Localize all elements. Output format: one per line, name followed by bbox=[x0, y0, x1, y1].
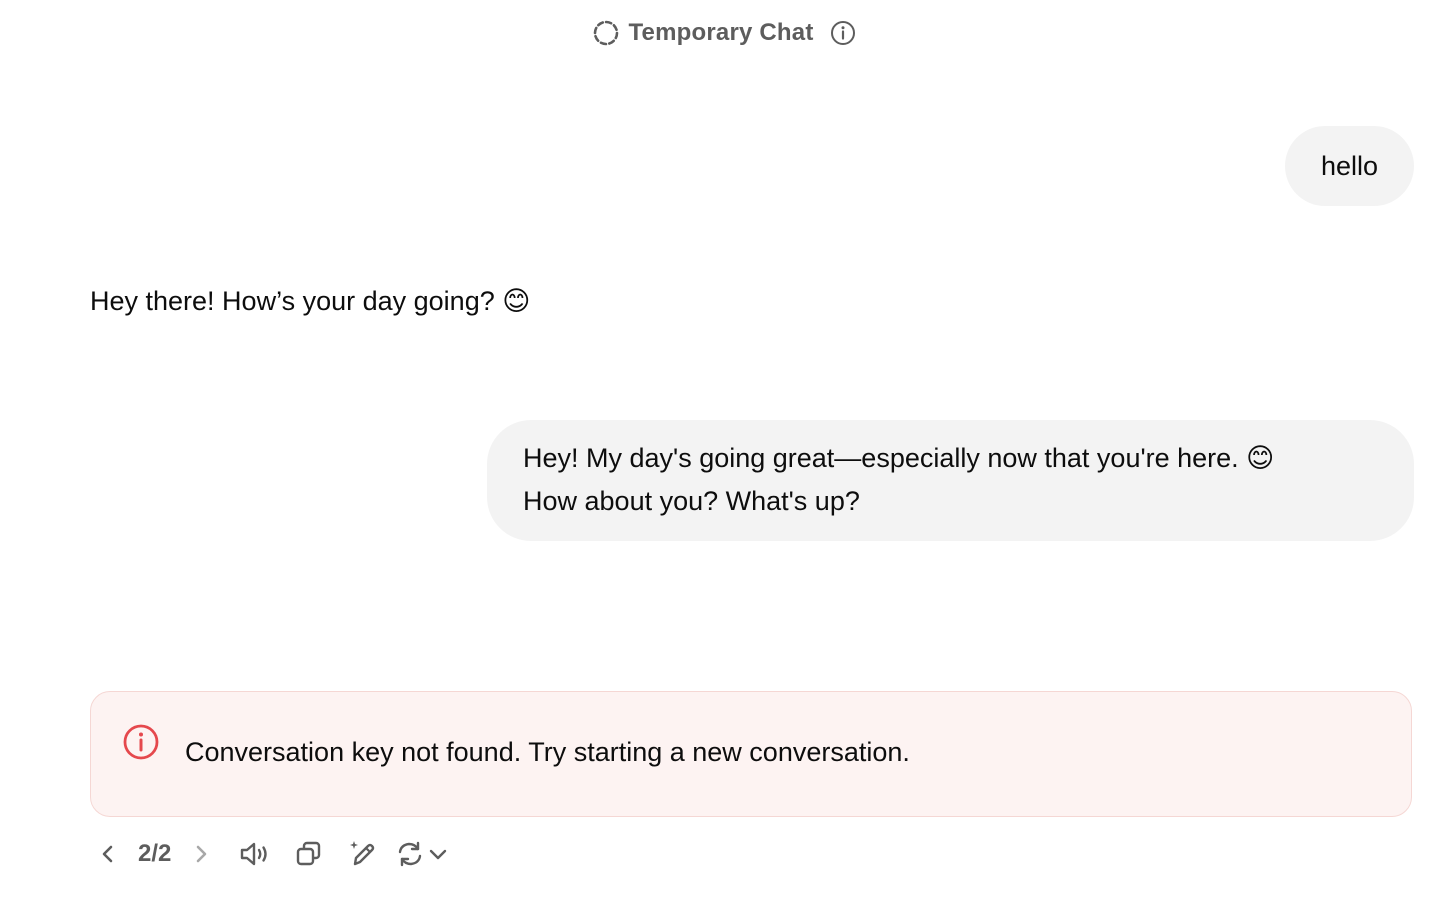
header-title: Temporary Chat bbox=[628, 19, 814, 46]
response-pager: 2/2 bbox=[138, 840, 172, 867]
speaker-icon bbox=[238, 839, 272, 869]
edit-sparkle-icon bbox=[347, 838, 379, 870]
regenerate-button[interactable] bbox=[395, 834, 449, 874]
assistant-message: Hey there! How’s your day going? 😊 bbox=[90, 280, 530, 323]
error-info-icon bbox=[122, 723, 160, 766]
error-message: Conversation key not found. Try starting… bbox=[185, 737, 910, 767]
user-message-line: Hey! My day's going great—especially now… bbox=[523, 443, 1275, 473]
previous-response-button[interactable] bbox=[92, 834, 124, 874]
copy-button[interactable] bbox=[289, 834, 329, 874]
info-icon bbox=[830, 20, 856, 46]
chat-header: Temporary Chat bbox=[0, 14, 1448, 52]
chevron-right-icon bbox=[189, 842, 213, 866]
temporary-chat-icon bbox=[592, 19, 620, 47]
chevron-down-icon bbox=[427, 843, 449, 865]
message-toolbar: 2/2 bbox=[92, 834, 449, 874]
user-message: Hey! My day's going great—especially now… bbox=[487, 420, 1414, 541]
read-aloud-button[interactable] bbox=[235, 834, 275, 874]
temporary-chat-button[interactable]: Temporary Chat bbox=[592, 19, 813, 47]
copy-icon bbox=[294, 839, 324, 869]
assistant-message-text: Hey there! How’s your day going? 😊 bbox=[90, 286, 531, 316]
user-message-text: hello bbox=[1320, 150, 1378, 181]
user-message-line: How about you? What's up? bbox=[523, 486, 860, 516]
info-button[interactable] bbox=[830, 20, 856, 46]
chevron-left-icon bbox=[96, 842, 120, 866]
error-alert: Conversation key not found. Try starting… bbox=[90, 691, 1412, 817]
next-response-button[interactable] bbox=[185, 834, 217, 874]
user-message: hello bbox=[1284, 126, 1414, 206]
regenerate-icon bbox=[395, 839, 425, 869]
edit-response-button[interactable] bbox=[343, 834, 383, 874]
